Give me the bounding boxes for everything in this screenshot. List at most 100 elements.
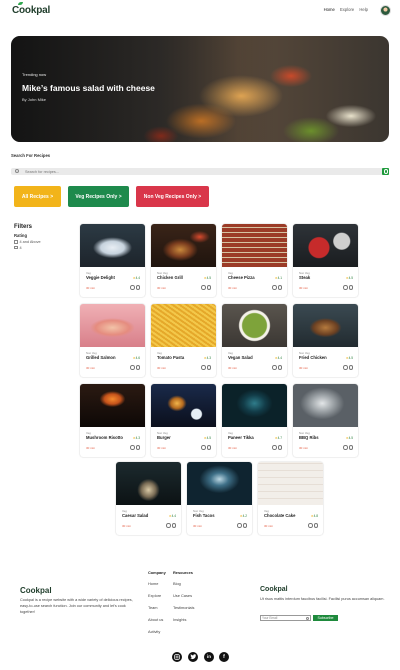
recipe-image[interactable] <box>80 304 145 347</box>
rating-option[interactable]: 4 and Above <box>14 240 41 244</box>
recipe-name[interactable]: Tomato Pasta <box>157 355 184 360</box>
footer-link[interactable]: Testimonials <box>173 605 194 610</box>
checkbox[interactable] <box>14 240 18 244</box>
recipe-image[interactable] <box>222 304 287 347</box>
recipe-card[interactable]: Non Veg BBQ Ribs ★4.5 30 min <box>293 384 358 457</box>
comment-icon[interactable] <box>135 285 140 290</box>
recipe-name[interactable]: Vegan Salad <box>228 355 253 360</box>
comment-icon[interactable] <box>277 285 282 290</box>
heart-icon[interactable] <box>201 285 206 290</box>
recipe-name[interactable]: Burger <box>157 435 171 440</box>
instagram-icon[interactable] <box>172 652 182 662</box>
recipe-image[interactable] <box>293 224 358 267</box>
recipe-image[interactable] <box>293 304 358 347</box>
recipe-name[interactable]: Veggie Delight <box>86 275 115 280</box>
twitter-icon[interactable] <box>188 652 198 662</box>
heart-icon[interactable] <box>166 523 171 528</box>
non-veg-recipes-button[interactable]: Non Veg Recipes Only > <box>136 186 209 207</box>
recipe-image[interactable] <box>293 384 358 427</box>
recipe-card[interactable]: Veg Caesar Salad ★4.4 30 min <box>116 462 181 535</box>
recipe-card[interactable]: Non Veg Fish Tacos ★4.2 30 min <box>187 462 252 535</box>
footer-link[interactable]: Activity <box>148 629 166 634</box>
recipe-card[interactable]: Non Veg Burger ★4.5 30 min <box>151 384 216 457</box>
heart-icon[interactable] <box>343 285 348 290</box>
comment-icon[interactable] <box>135 445 140 450</box>
comment-icon[interactable] <box>206 365 211 370</box>
comment-icon[interactable] <box>135 365 140 370</box>
recipe-image[interactable] <box>151 224 216 267</box>
heart-icon[interactable] <box>201 365 206 370</box>
logo[interactable]: Cookpal <box>12 2 50 16</box>
recipe-name[interactable]: Chicken Grill <box>157 275 183 280</box>
heart-icon[interactable] <box>130 285 135 290</box>
checkbox[interactable] <box>14 245 18 250</box>
recipe-image[interactable] <box>258 462 323 505</box>
heart-icon[interactable] <box>201 445 206 450</box>
recipe-name[interactable]: Mushroom Risotto <box>86 435 123 440</box>
footer-link[interactable]: Home <box>148 581 166 586</box>
recipe-card[interactable]: Non Veg Fried Chicken ★4.5 30 min <box>293 304 358 377</box>
recipe-card[interactable]: Veg Veggie Delight ★4.4 30 min <box>80 224 145 297</box>
heart-icon[interactable] <box>272 285 277 290</box>
recipe-name[interactable]: Grilled Salmon <box>86 355 116 360</box>
comment-icon[interactable] <box>348 285 353 290</box>
recipe-name[interactable]: Fish Tacos <box>193 513 215 518</box>
recipe-image[interactable] <box>80 384 145 427</box>
comment-icon[interactable] <box>206 445 211 450</box>
heart-icon[interactable] <box>272 445 277 450</box>
heart-icon[interactable] <box>272 365 277 370</box>
heart-icon[interactable] <box>343 365 348 370</box>
rating-option[interactable]: 4 <box>14 246 41 250</box>
recipe-card[interactable]: Non Veg Grilled Salmon ★4.6 30 min <box>80 304 145 377</box>
recipe-image[interactable] <box>151 304 216 347</box>
recipe-card[interactable]: Non Veg Chicken Grill ★4.5 30 min <box>151 224 216 297</box>
recipe-image[interactable] <box>187 462 252 505</box>
recipe-name[interactable]: BBQ Ribs <box>299 435 319 440</box>
recipe-card[interactable]: Veg Paneer Tikka ★4.7 30 min <box>222 384 287 457</box>
facebook-icon[interactable]: f <box>219 652 229 662</box>
hero-banner[interactable]: Trending now Mike’s famous salad with ch… <box>11 36 389 142</box>
email-input[interactable]: Your Email <box>260 615 311 621</box>
linkedin-icon[interactable]: in <box>204 652 214 662</box>
comment-icon[interactable] <box>348 445 353 450</box>
recipe-card[interactable]: Veg Vegan Salad ★4.4 30 min <box>222 304 287 377</box>
recipe-image[interactable] <box>151 384 216 427</box>
footer-link[interactable]: Team <box>148 605 166 610</box>
footer-link[interactable]: About us <box>148 617 166 622</box>
footer-link[interactable]: Use Cases <box>173 593 194 598</box>
recipe-card[interactable]: Veg Tomato Pasta ★4.3 30 min <box>151 304 216 377</box>
veg-recipes-button[interactable]: Veg Recipes Only > <box>68 186 129 207</box>
all-recipes-button[interactable]: All Recipes > <box>14 186 61 207</box>
nav-explore[interactable]: Explore <box>340 7 354 12</box>
nav-home[interactable]: Home <box>324 7 335 12</box>
heart-icon[interactable] <box>130 445 135 450</box>
comment-icon[interactable] <box>242 523 247 528</box>
footer-link[interactable]: Insights <box>173 617 194 622</box>
search-button[interactable] <box>382 168 389 175</box>
recipe-card[interactable]: Veg Mushroom Risotto ★4.3 30 min <box>80 384 145 457</box>
subscribe-button[interactable]: Subscribe <box>313 615 338 621</box>
avatar[interactable] <box>380 5 391 16</box>
footer-logo[interactable]: Cookpal <box>20 586 52 595</box>
heart-icon[interactable] <box>308 523 313 528</box>
comment-icon[interactable] <box>348 365 353 370</box>
nav-help[interactable]: Help <box>359 7 368 12</box>
heart-icon[interactable] <box>237 523 242 528</box>
comment-icon[interactable] <box>313 523 318 528</box>
recipe-card[interactable]: Veg Cheese Pizza ★4.1 30 min <box>222 224 287 297</box>
recipe-name[interactable]: Steak <box>299 275 310 280</box>
recipe-image[interactable] <box>222 224 287 267</box>
recipe-image[interactable] <box>222 384 287 427</box>
comment-icon[interactable] <box>277 445 282 450</box>
recipe-image[interactable] <box>80 224 145 267</box>
search-input[interactable] <box>25 168 365 175</box>
comment-icon[interactable] <box>277 365 282 370</box>
recipe-name[interactable]: Chocolate Cake <box>264 513 295 518</box>
heart-icon[interactable] <box>130 365 135 370</box>
footer-link[interactable]: Blog <box>173 581 194 586</box>
recipe-image[interactable] <box>116 462 181 505</box>
comment-icon[interactable] <box>171 523 176 528</box>
recipe-card[interactable]: Veg Chocolate Cake ★4.8 30 min <box>258 462 323 535</box>
recipe-card[interactable]: Non Veg Steak ★4.5 30 min <box>293 224 358 297</box>
recipe-name[interactable]: Caesar Salad <box>122 513 148 518</box>
